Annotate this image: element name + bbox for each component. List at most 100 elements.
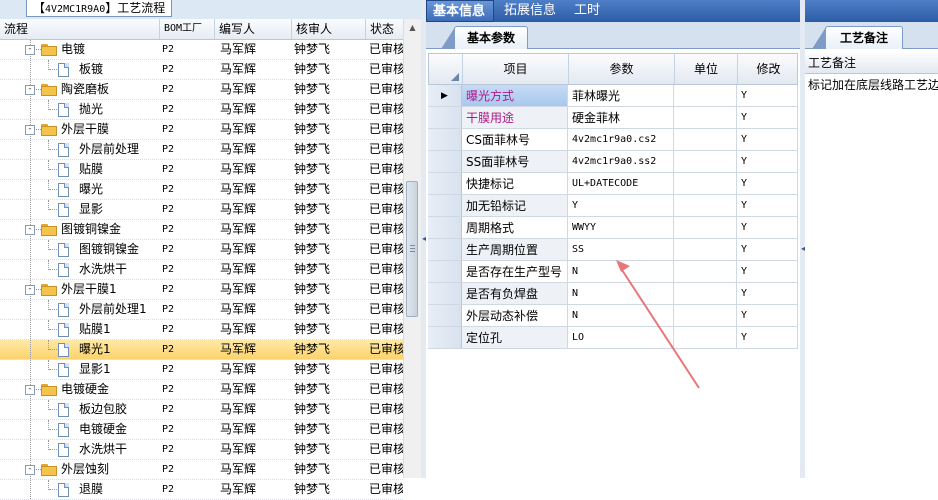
column-header-param[interactable]: 参数 (569, 54, 675, 84)
tree-step-row[interactable]: 贴膜 P2 马军辉 钟梦飞 已审核 (0, 160, 403, 180)
row-indicator[interactable] (428, 283, 462, 305)
row-indicator[interactable] (428, 151, 462, 173)
column-header-item[interactable]: 项目 (463, 54, 569, 84)
column-header-status[interactable]: 状态 (366, 19, 403, 39)
parameter-row[interactable]: 生产周期位置 SS Y (428, 239, 798, 261)
collapse-toggle-icon[interactable]: - (25, 225, 35, 235)
collapse-toggle-icon[interactable]: - (25, 465, 35, 475)
column-header-modify[interactable]: 修改 (738, 54, 799, 84)
param-value-cell[interactable]: 4v2mc1r9a0.ss2 (568, 151, 674, 173)
tree-step-row[interactable]: 抛光 P2 马军辉 钟梦飞 已审核 (0, 100, 403, 120)
param-modify-cell[interactable]: Y (737, 129, 798, 151)
row-indicator[interactable] (428, 305, 462, 327)
tree-group-row[interactable]: - 外层干膜1 P2 马军辉 钟梦飞 已审核 (0, 280, 403, 300)
column-header-flow[interactable]: 流程 (0, 19, 160, 39)
param-modify-cell[interactable]: Y (737, 305, 798, 327)
param-value-cell[interactable]: Y (568, 195, 674, 217)
tab-extended-info[interactable]: 拓展信息 (498, 0, 562, 22)
collapse-toggle-icon[interactable]: - (25, 385, 35, 395)
param-modify-cell[interactable]: Y (737, 217, 798, 239)
column-header-reviewer[interactable]: 核审人 (292, 19, 366, 39)
row-indicator[interactable] (428, 173, 462, 195)
tree-group-row[interactable]: - 电镀硬金 P2 马军辉 钟梦飞 已审核 (0, 380, 403, 400)
tab-basic-info[interactable]: 基本信息 (426, 0, 494, 22)
param-modify-cell[interactable]: Y (737, 261, 798, 283)
column-header-author[interactable]: 编写人 (215, 19, 292, 39)
row-indicator[interactable] (428, 195, 462, 217)
param-modify-cell[interactable]: Y (737, 239, 798, 261)
tree-group-row[interactable]: - 外层干膜 P2 马军辉 钟梦飞 已审核 (0, 120, 403, 140)
collapse-toggle-icon[interactable]: - (25, 45, 35, 55)
tab-basic-params[interactable]: 基本参数 (440, 26, 529, 49)
parameter-row[interactable]: 是否有负焊盘 N Y (428, 283, 798, 305)
param-unit-cell[interactable] (674, 129, 737, 151)
param-value-cell[interactable]: N (568, 283, 674, 305)
tree-step-row[interactable]: 外层前处理 P2 马军辉 钟梦飞 已审核 (0, 140, 403, 160)
tree-group-row[interactable]: - 电镀 P2 马军辉 钟梦飞 已审核 (0, 40, 403, 60)
param-unit-cell[interactable] (674, 305, 737, 327)
param-value-cell[interactable]: N (568, 305, 674, 327)
param-value-cell[interactable]: SS (568, 239, 674, 261)
tree-step-row[interactable]: 显影 P2 马军辉 钟梦飞 已审核 (0, 200, 403, 220)
param-modify-cell[interactable]: Y (737, 107, 798, 129)
tree-step-row[interactable]: 水洗烘干 P2 马军辉 钟梦飞 已审核 (0, 260, 403, 280)
param-value-cell[interactable]: UL+DATECODE (568, 173, 674, 195)
tree-scrollbar[interactable]: ▲ (403, 19, 421, 478)
column-header-unit[interactable]: 单位 (675, 54, 738, 84)
param-modify-cell[interactable]: Y (737, 151, 798, 173)
param-modify-cell[interactable]: Y (737, 327, 798, 349)
row-indicator[interactable] (428, 261, 462, 283)
row-indicator[interactable] (428, 239, 462, 261)
collapse-toggle-icon[interactable]: - (25, 85, 35, 95)
parameter-row[interactable]: CS面菲林号 4v2mc1r9a0.cs2 Y (428, 129, 798, 151)
select-all-corner[interactable] (429, 54, 463, 84)
parameter-row[interactable]: SS面菲林号 4v2mc1r9a0.ss2 Y (428, 151, 798, 173)
param-modify-cell[interactable]: Y (737, 85, 798, 107)
param-value-cell[interactable]: 硬金菲林 (568, 107, 674, 129)
param-unit-cell[interactable] (674, 261, 737, 283)
tab-work-hours[interactable]: 工时 (568, 0, 606, 22)
param-modify-cell[interactable]: Y (737, 195, 798, 217)
param-value-cell[interactable]: LO (568, 327, 674, 349)
scroll-up-arrow-icon[interactable]: ▲ (404, 19, 421, 36)
param-unit-cell[interactable] (674, 107, 737, 129)
tree-step-row[interactable]: 板边包胶 P2 马军辉 钟梦飞 已审核 (0, 400, 403, 420)
tree-step-row[interactable]: 图镀铜镍金 P2 马军辉 钟梦飞 已审核 (0, 240, 403, 260)
param-unit-cell[interactable] (674, 151, 737, 173)
parameter-row[interactable]: 快捷标记 UL+DATECODE Y (428, 173, 798, 195)
collapse-toggle-icon[interactable]: - (25, 285, 35, 295)
param-unit-cell[interactable] (674, 327, 737, 349)
tree-step-row[interactable]: 曝光1 P2 马军辉 钟梦飞 已审核 (0, 340, 403, 360)
tree-step-row[interactable]: 电镀硬金 P2 马军辉 钟梦飞 已审核 (0, 420, 403, 440)
column-header-bom[interactable]: BOM工厂 (160, 19, 215, 39)
process-flow-title[interactable]: 【4V2MC1R9A0】工艺流程 (26, 0, 173, 17)
row-indicator[interactable] (428, 217, 462, 239)
tree-step-row[interactable]: 退膜 P2 马军辉 钟梦飞 已审核 (0, 480, 403, 500)
tree-group-row[interactable]: - 外层蚀刻 P2 马军辉 钟梦飞 已审核 (0, 460, 403, 480)
row-indicator[interactable] (428, 107, 462, 129)
row-indicator[interactable]: ▶ (428, 85, 462, 107)
param-value-cell[interactable]: 菲林曝光 (568, 85, 674, 107)
collapse-toggle-icon[interactable]: - (25, 125, 35, 135)
param-modify-cell[interactable]: Y (737, 283, 798, 305)
parameter-row[interactable]: ▶ 曝光方式 菲林曝光 Y (428, 85, 798, 107)
tab-process-remark[interactable]: 工艺备注 (811, 26, 904, 49)
scrollbar-thumb[interactable] (406, 181, 418, 317)
parameter-row[interactable]: 定位孔 LO Y (428, 327, 798, 349)
parameter-row[interactable]: 外层动态补偿 N Y (428, 305, 798, 327)
tree-step-row[interactable]: 贴膜1 P2 马军辉 钟梦飞 已审核 (0, 320, 403, 340)
param-value-cell[interactable]: N (568, 261, 674, 283)
tree-step-row[interactable]: 外层前处理1 P2 马军辉 钟梦飞 已审核 (0, 300, 403, 320)
tree-step-row[interactable]: 显影1 P2 马军辉 钟梦飞 已审核 (0, 360, 403, 380)
remark-text[interactable]: 标记加在底层线路工艺边 (805, 76, 938, 93)
param-value-cell[interactable]: WWYY (568, 217, 674, 239)
param-unit-cell[interactable] (674, 217, 737, 239)
tree-step-row[interactable]: 水洗烘干 P2 马军辉 钟梦飞 已审核 (0, 440, 403, 460)
parameter-row[interactable]: 是否存在生产型号 N Y (428, 261, 798, 283)
param-unit-cell[interactable] (674, 239, 737, 261)
tree-step-row[interactable]: 曝光 P2 马军辉 钟梦飞 已审核 (0, 180, 403, 200)
row-indicator[interactable] (428, 327, 462, 349)
param-unit-cell[interactable] (674, 195, 737, 217)
collapse-right-icon[interactable]: ◂ (801, 245, 805, 253)
collapse-left-icon[interactable]: ◂ (422, 235, 426, 243)
